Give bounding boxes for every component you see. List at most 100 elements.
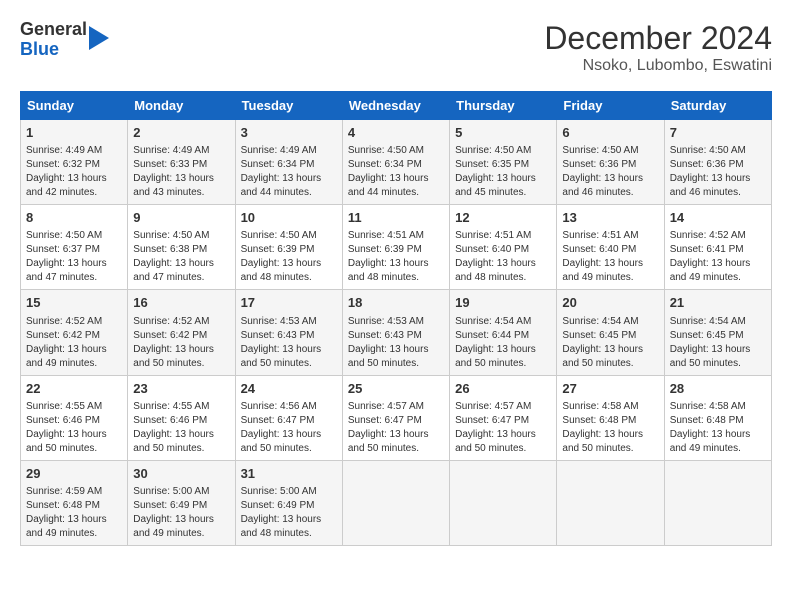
day-info: Sunrise: 4:58 AMSunset: 6:48 PMDaylight:…: [670, 400, 766, 456]
calendar-cell: 1 Sunrise: 4:49 AMSunset: 6:32 PMDaylight…: [21, 120, 128, 205]
calendar-week-row: 22 Sunrise: 4:55 AMSunset: 6:46 PMDayligh…: [21, 375, 772, 460]
day-info: Sunrise: 4:57 AMSunset: 6:47 PMDaylight:…: [455, 400, 551, 456]
day-info: Sunrise: 4:51 AMSunset: 6:40 PMDaylight:…: [455, 229, 551, 285]
day-info: Sunrise: 5:00 AMSunset: 6:49 PMDaylight:…: [241, 485, 337, 541]
day-number: 5: [455, 124, 551, 142]
day-number: 26: [455, 380, 551, 398]
day-number: 23: [133, 380, 229, 398]
calendar-cell: 18Sunrise: 4:53 AMSunset: 6:43 PMDayligh…: [342, 290, 449, 375]
day-info: Sunrise: 4:52 AMSunset: 6:42 PMDaylight:…: [133, 315, 229, 371]
day-info: Sunrise: 4:52 AMSunset: 6:41 PMDaylight:…: [670, 229, 766, 285]
day-number: 14: [670, 209, 766, 227]
calendar-week-row: 8 Sunrise: 4:50 AMSunset: 6:37 PMDaylight…: [21, 205, 772, 290]
day-info: Sunrise: 4:50 AMSunset: 6:35 PMDaylight:…: [455, 144, 551, 200]
day-number: 24: [241, 380, 337, 398]
calendar-cell: 24 Sunrise: 4:56 AMSunset: 6:47 PMDayligh…: [235, 375, 342, 460]
logo-line1: General: [20, 20, 87, 40]
logo-line2: Blue: [20, 40, 87, 60]
calendar-cell: 16 Sunrise: 4:52 AMSunset: 6:42 PMDayligh…: [128, 290, 235, 375]
day-number: 22: [26, 380, 122, 398]
day-info: Sunrise: 4:53 AMSunset: 6:43 PMDaylight:…: [241, 315, 337, 371]
day-info: Sunrise: 4:50 AMSunset: 6:36 PMDaylight:…: [670, 144, 766, 200]
calendar-cell: 27Sunrise: 4:58 AMSunset: 6:48 PMDayligh…: [557, 375, 664, 460]
calendar-cell: 15 Sunrise: 4:52 AMSunset: 6:42 PMDayligh…: [21, 290, 128, 375]
day-number: 6: [562, 124, 658, 142]
day-info: Sunrise: 4:52 AMSunset: 6:42 PMDaylight:…: [26, 315, 122, 371]
day-number: 16: [133, 294, 229, 312]
col-header-wednesday: Wednesday: [342, 92, 449, 120]
day-number: 28: [670, 380, 766, 398]
col-header-thursday: Thursday: [450, 92, 557, 120]
calendar-cell: [450, 460, 557, 545]
day-number: 27: [562, 380, 658, 398]
day-info: Sunrise: 5:00 AMSunset: 6:49 PMDaylight:…: [133, 485, 229, 541]
calendar-cell: 4Sunrise: 4:50 AMSunset: 6:34 PMDaylight…: [342, 120, 449, 205]
day-number: 13: [562, 209, 658, 227]
day-info: Sunrise: 4:54 AMSunset: 6:44 PMDaylight:…: [455, 315, 551, 371]
col-header-tuesday: Tuesday: [235, 92, 342, 120]
day-number: 1: [26, 124, 122, 142]
logo-icon: [89, 26, 109, 50]
day-info: Sunrise: 4:55 AMSunset: 6:46 PMDaylight:…: [133, 400, 229, 456]
day-number: 10: [241, 209, 337, 227]
day-number: 17: [241, 294, 337, 312]
day-number: 3: [241, 124, 337, 142]
calendar-week-row: 15 Sunrise: 4:52 AMSunset: 6:42 PMDayligh…: [21, 290, 772, 375]
calendar-cell: 31 Sunrise: 5:00 AMSunset: 6:49 PMDayligh…: [235, 460, 342, 545]
col-header-friday: Friday: [557, 92, 664, 120]
day-info: Sunrise: 4:51 AMSunset: 6:40 PMDaylight:…: [562, 229, 658, 285]
day-info: Sunrise: 4:50 AMSunset: 6:36 PMDaylight:…: [562, 144, 658, 200]
calendar-cell: 29Sunrise: 4:59 AMSunset: 6:48 PMDayligh…: [21, 460, 128, 545]
day-info: Sunrise: 4:55 AMSunset: 6:46 PMDaylight:…: [26, 400, 122, 456]
calendar-cell: 28 Sunrise: 4:58 AMSunset: 6:48 PMDayligh…: [664, 375, 771, 460]
col-header-monday: Monday: [128, 92, 235, 120]
day-info: Sunrise: 4:57 AMSunset: 6:47 PMDaylight:…: [348, 400, 444, 456]
day-number: 15: [26, 294, 122, 312]
page-title: December 2024: [544, 20, 772, 57]
calendar-cell: 12 Sunrise: 4:51 AMSunset: 6:40 PMDayligh…: [450, 205, 557, 290]
calendar-header-row: SundayMondayTuesdayWednesdayThursdayFrid…: [21, 92, 772, 120]
calendar-cell: 23 Sunrise: 4:55 AMSunset: 6:46 PMDayligh…: [128, 375, 235, 460]
calendar-cell: 8 Sunrise: 4:50 AMSunset: 6:37 PMDaylight…: [21, 205, 128, 290]
day-info: Sunrise: 4:54 AMSunset: 6:45 PMDaylight:…: [562, 315, 658, 371]
calendar-cell: 21 Sunrise: 4:54 AMSunset: 6:45 PMDayligh…: [664, 290, 771, 375]
day-info: Sunrise: 4:49 AMSunset: 6:33 PMDaylight:…: [133, 144, 229, 200]
logo-text: General Blue: [20, 20, 87, 60]
calendar-cell: 22 Sunrise: 4:55 AMSunset: 6:46 PMDayligh…: [21, 375, 128, 460]
day-info: Sunrise: 4:56 AMSunset: 6:47 PMDaylight:…: [241, 400, 337, 456]
calendar-cell: 30 Sunrise: 5:00 AMSunset: 6:49 PMDayligh…: [128, 460, 235, 545]
day-info: Sunrise: 4:54 AMSunset: 6:45 PMDaylight:…: [670, 315, 766, 371]
col-header-sunday: Sunday: [21, 92, 128, 120]
day-number: 2: [133, 124, 229, 142]
page-header: General Blue December 2024 Nsoko, Lubomb…: [20, 20, 772, 75]
title-block: December 2024 Nsoko, Lubombo, Eswatini: [544, 20, 772, 75]
day-number: 9: [133, 209, 229, 227]
day-number: 19: [455, 294, 551, 312]
calendar-cell: [342, 460, 449, 545]
day-info: Sunrise: 4:53 AMSunset: 6:43 PMDaylight:…: [348, 315, 444, 371]
calendar-cell: 9Sunrise: 4:50 AMSunset: 6:38 PMDaylight…: [128, 205, 235, 290]
calendar-cell: [557, 460, 664, 545]
day-number: 21: [670, 294, 766, 312]
day-number: 12: [455, 209, 551, 227]
calendar-cell: 11Sunrise: 4:51 AMSunset: 6:39 PMDayligh…: [342, 205, 449, 290]
day-info: Sunrise: 4:49 AMSunset: 6:32 PMDaylight:…: [26, 144, 122, 200]
day-number: 31: [241, 465, 337, 483]
calendar-cell: [664, 460, 771, 545]
calendar-cell: 13 Sunrise: 4:51 AMSunset: 6:40 PMDayligh…: [557, 205, 664, 290]
calendar-cell: 25 Sunrise: 4:57 AMSunset: 6:47 PMDayligh…: [342, 375, 449, 460]
day-number: 7: [670, 124, 766, 142]
calendar-cell: 5 Sunrise: 4:50 AMSunset: 6:35 PMDaylight…: [450, 120, 557, 205]
page-subtitle: Nsoko, Lubombo, Eswatini: [544, 57, 772, 75]
day-number: 11: [348, 209, 444, 227]
logo: General Blue: [20, 20, 109, 60]
day-info: Sunrise: 4:50 AMSunset: 6:34 PMDaylight:…: [348, 144, 444, 200]
day-number: 30: [133, 465, 229, 483]
calendar-week-row: 29Sunrise: 4:59 AMSunset: 6:48 PMDayligh…: [21, 460, 772, 545]
day-number: 8: [26, 209, 122, 227]
calendar-cell: 14 Sunrise: 4:52 AMSunset: 6:41 PMDayligh…: [664, 205, 771, 290]
calendar-cell: 19 Sunrise: 4:54 AMSunset: 6:44 PMDayligh…: [450, 290, 557, 375]
day-number: 25: [348, 380, 444, 398]
calendar-week-row: 1 Sunrise: 4:49 AMSunset: 6:32 PMDaylight…: [21, 120, 772, 205]
day-info: Sunrise: 4:50 AMSunset: 6:37 PMDaylight:…: [26, 229, 122, 285]
